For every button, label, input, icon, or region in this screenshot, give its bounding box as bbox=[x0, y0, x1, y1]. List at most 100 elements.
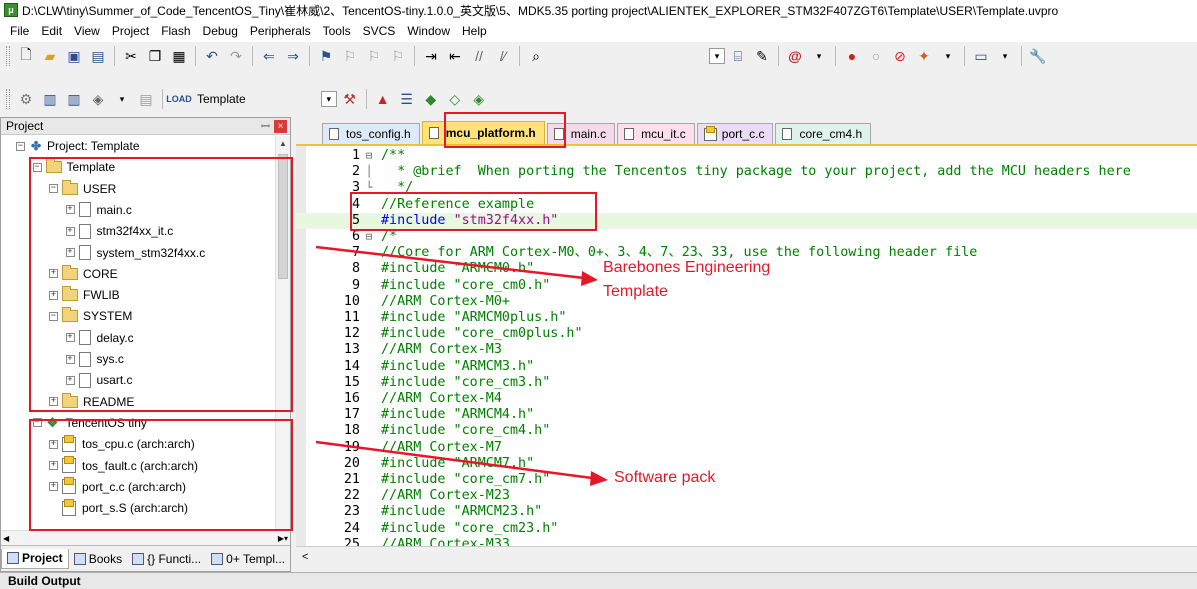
stop-build-icon[interactable]: ▤ bbox=[135, 88, 157, 110]
code-line[interactable]: 11 #include "ARMCM0plus.h" bbox=[296, 310, 1197, 326]
indent-icon[interactable]: ⇥ bbox=[420, 45, 442, 67]
prev-bookmark-icon[interactable]: ⚐ bbox=[339, 45, 361, 67]
collapse-icon[interactable]: − bbox=[32, 418, 42, 428]
debug-start-icon[interactable]: @ bbox=[784, 45, 806, 67]
expand-icon[interactable]: + bbox=[65, 375, 75, 385]
scroll-up-icon[interactable]: ▲ bbox=[276, 136, 290, 151]
cut-icon[interactable]: ✂ bbox=[120, 45, 142, 67]
collapse-icon[interactable]: − bbox=[49, 184, 58, 194]
run-tools-icon[interactable]: ✦ bbox=[913, 45, 935, 67]
editor-tab[interactable]: tos_config.h bbox=[322, 123, 420, 144]
menu-file[interactable]: File bbox=[4, 24, 35, 38]
uncomment-icon[interactable]: /⁄ bbox=[492, 45, 514, 67]
kill-breakpoints-icon[interactable]: ⊘ bbox=[889, 45, 911, 67]
code-line[interactable]: 16 //ARM Cortex-M4 bbox=[296, 391, 1197, 407]
expand-icon[interactable]: + bbox=[49, 482, 58, 492]
fold-collapse-icon[interactable]: ⊟ bbox=[364, 148, 374, 164]
menu-svcs[interactable]: SVCS bbox=[357, 24, 402, 38]
code-line[interactable]: 9 #include "core_cm0.h" bbox=[296, 278, 1197, 294]
download-load-icon[interactable]: LOAD bbox=[166, 88, 192, 110]
target-dropdown-icon[interactable]: ▾ bbox=[320, 91, 337, 107]
manage-rte-icon[interactable]: ◆ bbox=[420, 88, 442, 110]
expand-icon[interactable]: + bbox=[65, 248, 75, 257]
translate-icon[interactable]: ⚙ bbox=[15, 88, 37, 110]
configure-icon[interactable]: ✎ bbox=[751, 45, 773, 67]
build-icon[interactable]: ▥ bbox=[39, 88, 61, 110]
menu-tools[interactable]: Tools bbox=[317, 24, 357, 38]
toolbar-grip[interactable] bbox=[6, 89, 10, 109]
code-line[interactable]: 17 #include "ARMCM4.h" bbox=[296, 407, 1197, 423]
tree-item[interactable]: + stm32f4xx_it.c bbox=[1, 221, 173, 241]
rebuild-icon[interactable]: ▥ bbox=[63, 88, 85, 110]
expand-icon[interactable]: + bbox=[49, 290, 58, 300]
expand-icon[interactable]: + bbox=[65, 205, 75, 215]
editor-tab[interactable]: core_cm4.h bbox=[775, 123, 872, 144]
window-layout-icon[interactable]: ▭ bbox=[970, 45, 992, 67]
collapse-icon[interactable]: − bbox=[49, 311, 58, 321]
save-icon[interactable]: ▣ bbox=[63, 45, 85, 67]
tree-item[interactable]: + main.c bbox=[1, 200, 132, 220]
code-line[interactable]: 19 //ARM Cortex-M7 bbox=[296, 440, 1197, 456]
scroll-right-icon[interactable]: ▶▾ bbox=[278, 531, 288, 546]
tree-item[interactable]: + CORE bbox=[1, 264, 118, 284]
navigate-back-icon[interactable]: ⇐ bbox=[258, 45, 280, 67]
code-line[interactable]: 6 ⊟ /* bbox=[296, 229, 1197, 245]
comment-icon[interactable]: // bbox=[468, 45, 490, 67]
tree-item[interactable]: + usart.c bbox=[1, 370, 133, 390]
editor-tab[interactable]: main.c bbox=[546, 123, 616, 144]
collapse-icon[interactable]: − bbox=[32, 162, 42, 172]
tree-item[interactable]: + system_stm32f4xx.c bbox=[1, 243, 205, 263]
tree-item[interactable]: − ✤ Project: Template bbox=[1, 136, 140, 156]
tree-item[interactable]: + README bbox=[1, 392, 134, 412]
redo-icon[interactable]: ↷ bbox=[225, 45, 247, 67]
code-line[interactable]: 18 #include "core_cm4.h" bbox=[296, 423, 1197, 439]
navigate-forward-icon[interactable]: ⇒ bbox=[282, 45, 304, 67]
code-line[interactable]: 13 //ARM Cortex-M3 bbox=[296, 342, 1197, 358]
panel-tab[interactable]: Books bbox=[69, 549, 127, 569]
code-line[interactable]: 21 #include "core_cm7.h" bbox=[296, 472, 1197, 488]
find-dropdown-icon[interactable]: ▾ bbox=[709, 48, 725, 64]
manage-project-icon[interactable]: ▲ bbox=[372, 88, 394, 110]
new-file-icon[interactable]: 🗋 bbox=[15, 45, 37, 67]
menu-help[interactable]: Help bbox=[456, 24, 493, 38]
editor-tab[interactable]: port_c.c bbox=[696, 123, 774, 144]
tree-item[interactable]: + delay.c bbox=[1, 328, 134, 348]
menu-window[interactable]: Window bbox=[401, 24, 456, 38]
menu-view[interactable]: View bbox=[68, 24, 106, 38]
undo-icon[interactable]: ↶ bbox=[201, 45, 223, 67]
menu-debug[interactable]: Debug bbox=[197, 24, 244, 38]
code-line[interactable]: 22 //ARM Cortex-M23 bbox=[296, 488, 1197, 504]
code-line[interactable]: 10 //ARM Cortex-M0+ bbox=[296, 294, 1197, 310]
code-line[interactable]: 5 #include "stm32f4xx.h" bbox=[296, 212, 1197, 229]
expand-icon[interactable]: + bbox=[65, 354, 75, 364]
target-select-label[interactable]: Template bbox=[197, 92, 246, 106]
toolbar-grip[interactable] bbox=[6, 46, 10, 66]
tree-item[interactable]: − ❖ TencentOS tiny bbox=[1, 413, 147, 433]
debug-dropdown-icon[interactable]: ▾ bbox=[808, 45, 830, 67]
menu-peripherals[interactable]: Peripherals bbox=[244, 24, 317, 38]
batch-dropdown-icon[interactable]: ▾ bbox=[111, 88, 133, 110]
panel-tab[interactable]: {} Functi... bbox=[127, 549, 206, 569]
bookmark-icon[interactable]: ⚑ bbox=[315, 45, 337, 67]
clear-bookmarks-icon[interactable]: ⚐ bbox=[387, 45, 409, 67]
editor-tab[interactable]: mcu_it.c bbox=[617, 123, 695, 144]
expand-icon[interactable]: + bbox=[49, 439, 58, 449]
tools-wrench-icon[interactable]: 🔧 bbox=[1027, 45, 1049, 67]
copy-icon[interactable]: ❐ bbox=[144, 45, 166, 67]
code-line[interactable]: 15 #include "core_cm3.h" bbox=[296, 375, 1197, 391]
menu-project[interactable]: Project bbox=[106, 24, 155, 38]
scroll-left-icon[interactable]: < bbox=[302, 551, 308, 563]
expand-icon[interactable]: + bbox=[49, 397, 58, 407]
panel-tab[interactable]: 0+ Templ... bbox=[206, 549, 290, 569]
code-line[interactable]: 12 #include "core_cm0plus.h" bbox=[296, 326, 1197, 342]
scroll-left-icon[interactable]: ◀ bbox=[3, 531, 9, 546]
run-dropdown-icon[interactable]: ▾ bbox=[937, 45, 959, 67]
menu-flash[interactable]: Flash bbox=[155, 24, 196, 38]
find-in-files-icon[interactable]: ⌕ bbox=[525, 45, 547, 67]
save-all-icon[interactable]: ▤ bbox=[87, 45, 109, 67]
breakpoint-disabled-icon[interactable]: ○ bbox=[865, 45, 887, 67]
tree-vertical-scrollbar[interactable]: ▲ bbox=[275, 136, 290, 530]
incremental-find-icon[interactable]: ⌸ bbox=[727, 45, 749, 67]
breakpoint-icon[interactable]: ● bbox=[841, 45, 863, 67]
tree-item[interactable]: − USER bbox=[1, 179, 116, 199]
